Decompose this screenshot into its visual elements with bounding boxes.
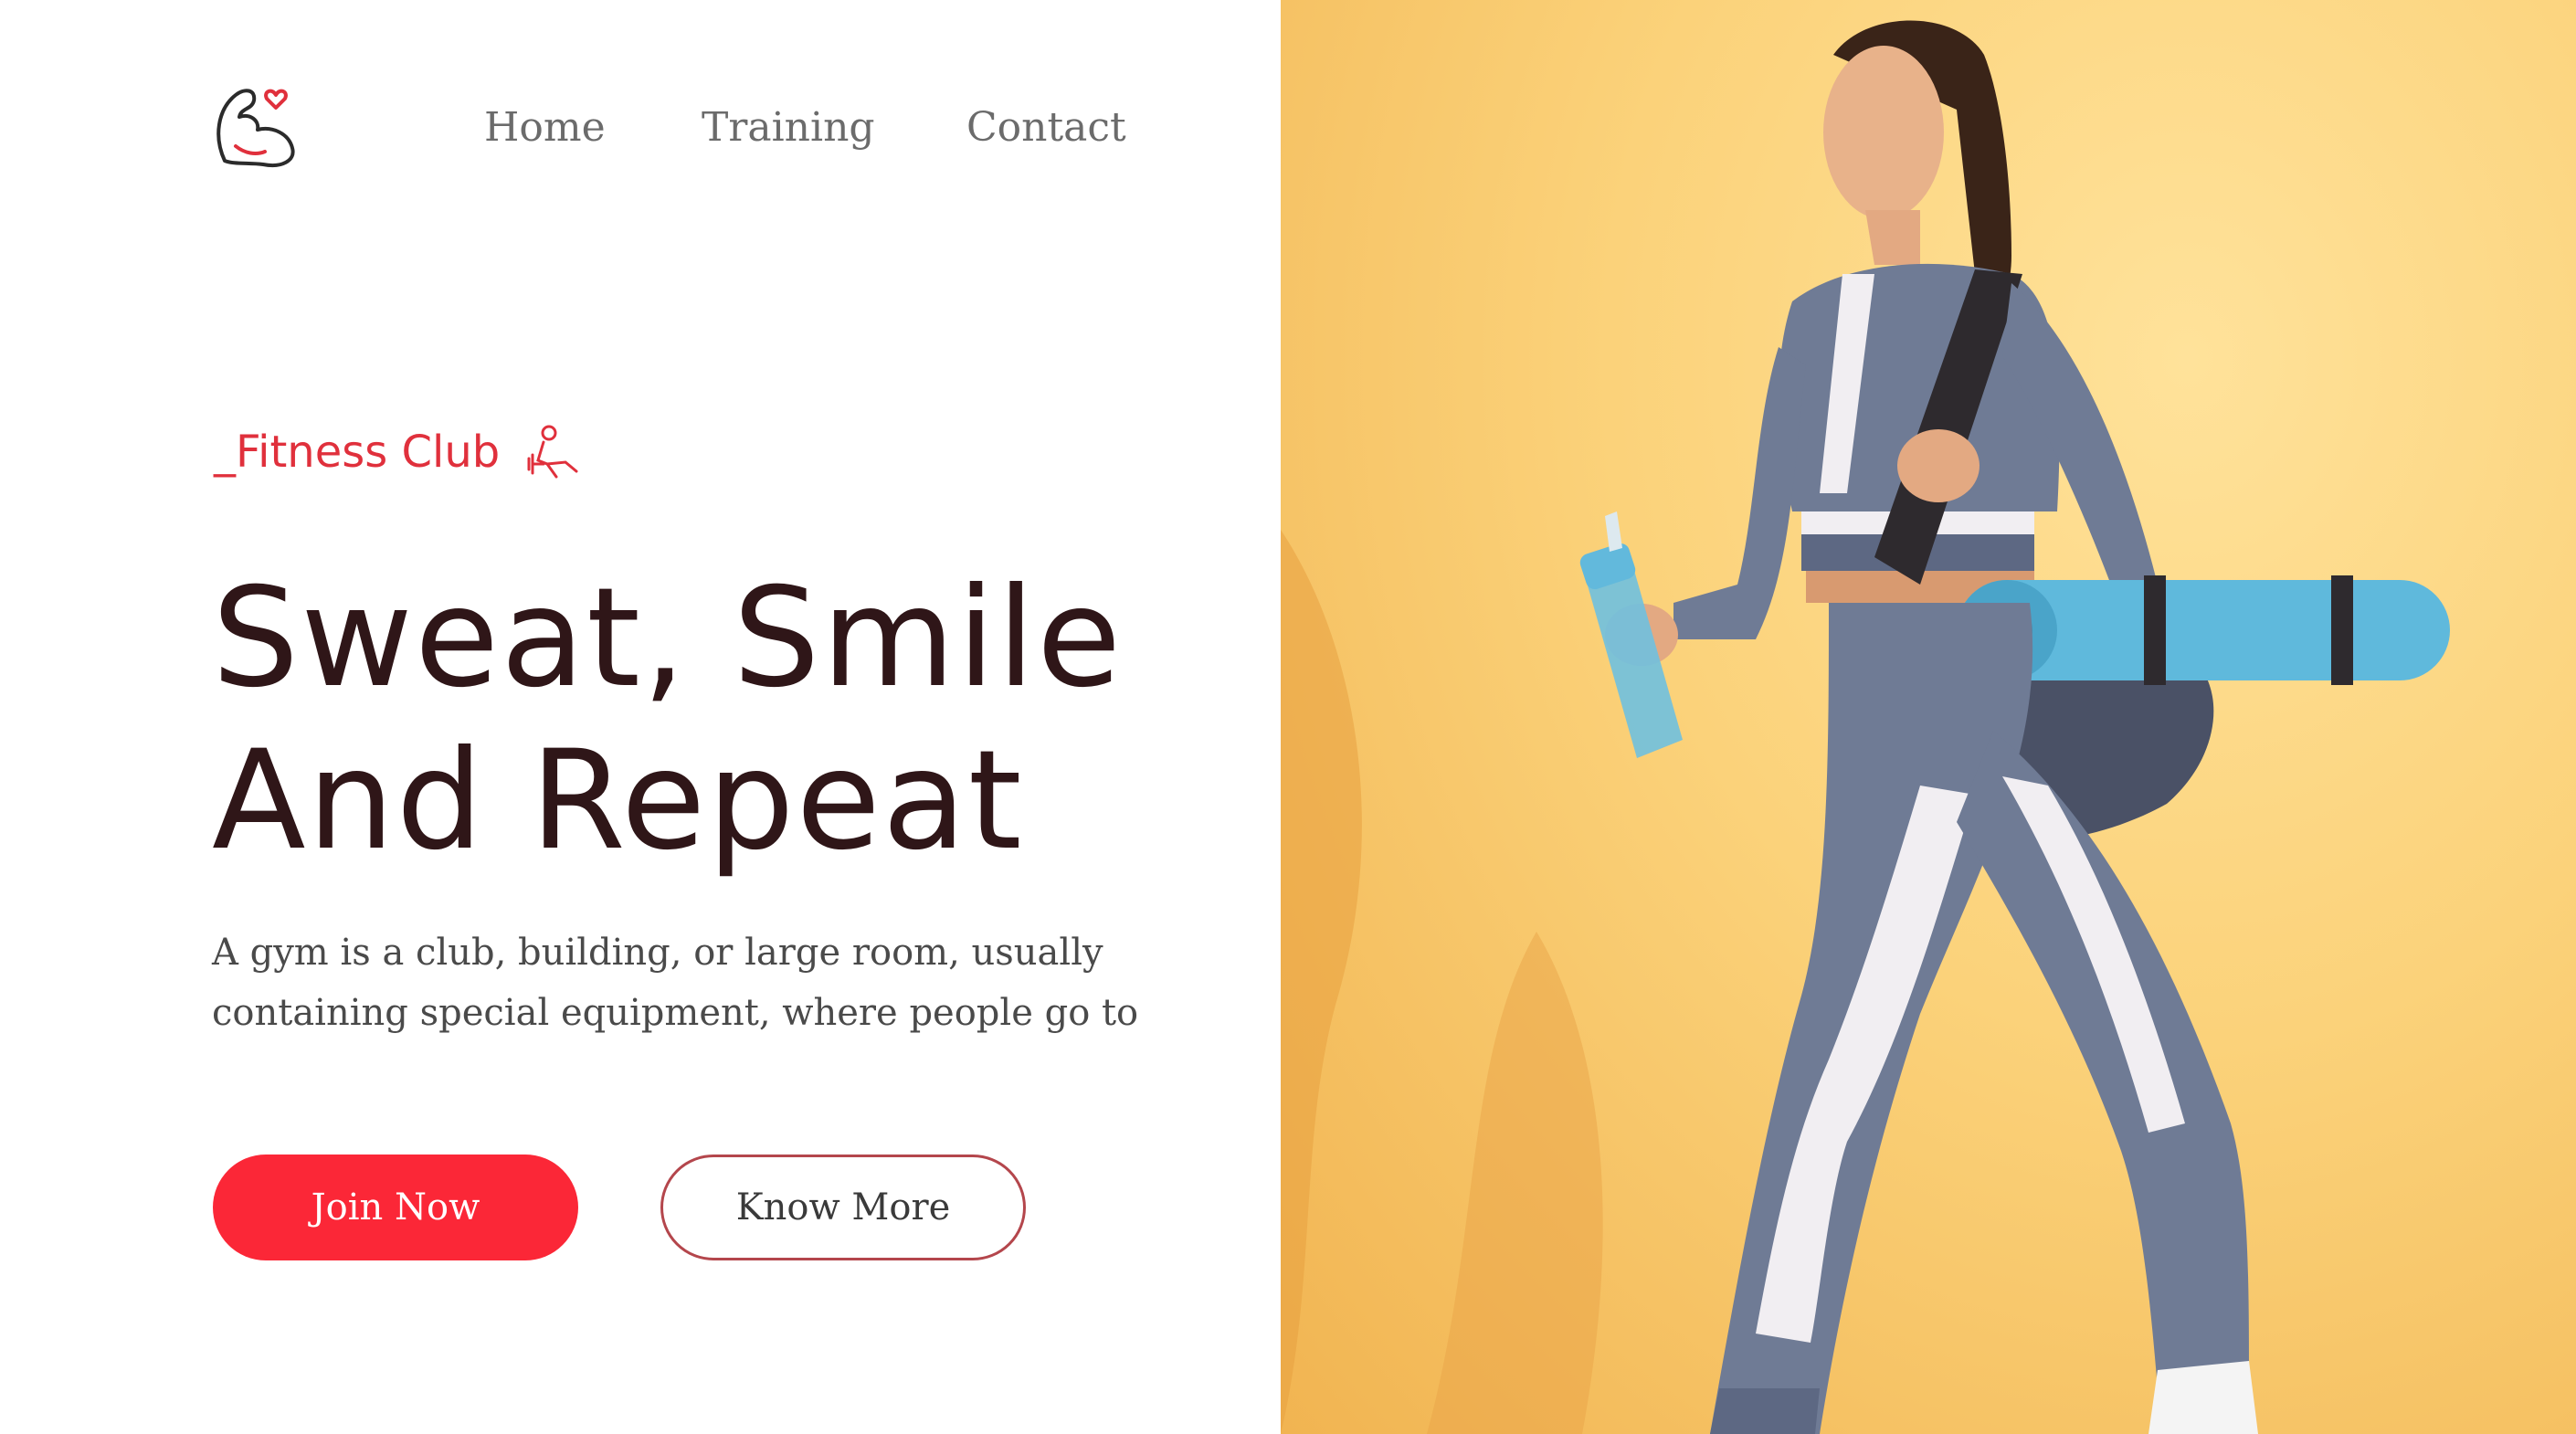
description-line-1: A gym is a club, building, or large room… xyxy=(212,932,1103,974)
join-now-button[interactable]: Join Now xyxy=(213,1155,578,1260)
know-more-button[interactable]: Know More xyxy=(660,1155,1026,1260)
nav-home[interactable]: Home xyxy=(484,91,606,164)
hero-image xyxy=(1281,0,2576,1434)
nav-training[interactable]: Training xyxy=(702,91,875,164)
dumbbell-lifter-icon xyxy=(527,425,578,479)
description: A gym is a club, building, or large room… xyxy=(212,923,1217,1043)
left-panel: Home Training Contact _Fitness Club Swea… xyxy=(0,0,1281,1434)
nav-contact[interactable]: Contact xyxy=(966,91,1126,164)
flexed-arm-heart-icon[interactable] xyxy=(208,73,303,174)
headline: Sweat, Smile And Repeat xyxy=(212,557,1262,882)
fitness-woman-illustration xyxy=(1281,20,2450,1434)
description-line-2: containing special equipment, where peop… xyxy=(212,992,1139,1034)
headline-line-2: And Repeat xyxy=(212,722,1024,880)
eyebrow-text: _Fitness Club xyxy=(214,427,501,478)
headline-line-1: Sweat, Smile xyxy=(212,559,1124,718)
eyebrow: _Fitness Club xyxy=(214,416,582,489)
